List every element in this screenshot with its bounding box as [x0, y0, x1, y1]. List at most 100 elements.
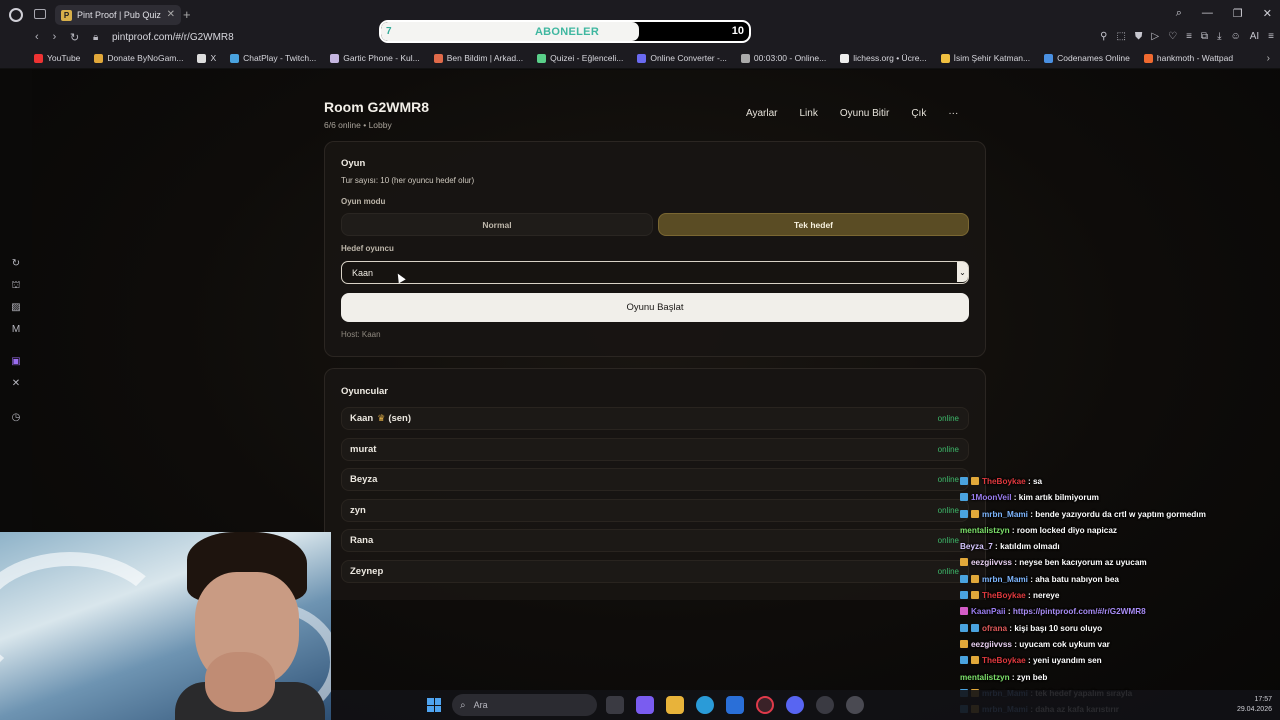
- chat-message: eezgiivvss : uyucam cok uykum var: [960, 637, 1280, 653]
- history-icon[interactable]: ↻: [10, 258, 22, 269]
- opera-logo-icon[interactable]: [9, 8, 23, 22]
- player-row[interactable]: Kaan ♛ (sen) online: [341, 407, 969, 430]
- back-icon[interactable]: ‹: [35, 31, 39, 43]
- player-row[interactable]: Zeynep online: [341, 560, 969, 583]
- chat-message: TheBoykae : nereye: [960, 588, 1280, 604]
- clock-icon[interactable]: ◷: [10, 412, 22, 423]
- chat-text: yeni uyandım sen: [1032, 656, 1102, 666]
- system-tray[interactable]: 17:57 29.04.2026: [1237, 695, 1272, 715]
- url-field[interactable]: pintproof.com/#/r/G2WMR8: [112, 32, 234, 43]
- taskbar-search[interactable]: ⌕ Ara: [452, 694, 597, 716]
- player-status: online: [937, 505, 959, 515]
- opera-icon[interactable]: [756, 696, 774, 714]
- bookmark-item[interactable]: Online Converter -...: [637, 53, 727, 63]
- chat-username: 1MoonVeil: [971, 493, 1012, 503]
- discord-icon[interactable]: [786, 696, 804, 714]
- chevron-down-icon[interactable]: ⌄: [957, 262, 968, 282]
- bookmark-item[interactable]: YouTube: [34, 53, 80, 63]
- pin-icon[interactable]: ⚲: [1100, 31, 1107, 42]
- bookmark-item[interactable]: İsim Şehir Katman...: [940, 53, 1030, 63]
- store-icon[interactable]: [726, 696, 744, 714]
- browser-tab[interactable]: P Pint Proof | Pub Quiz ✕: [55, 5, 181, 25]
- chat-text[interactable]: https://pintproof.com/#/r/G2WMR8: [1013, 607, 1146, 616]
- bookmark-item[interactable]: hankmoth - Wattpad: [1143, 53, 1233, 63]
- settings-link[interactable]: Ayarlar: [746, 108, 778, 119]
- heart-icon[interactable]: ♡: [1168, 31, 1177, 42]
- chat-separator: :: [1009, 672, 1017, 682]
- extensions-icon[interactable]: ⧉: [1201, 31, 1208, 42]
- ai-icon[interactable]: AI: [1250, 31, 1259, 42]
- twitch-icon[interactable]: ▣: [10, 356, 22, 367]
- bookmarks-more-icon[interactable]: ›: [1267, 53, 1270, 64]
- bookmark-item[interactable]: Ben Bildim | Arkad...: [433, 53, 523, 63]
- bookmark-favicon-icon: [1143, 53, 1153, 63]
- chat-separator: :: [1025, 591, 1033, 601]
- bookmark-label: YouTube: [47, 53, 81, 63]
- chat-text: nereye: [1032, 591, 1060, 601]
- chat-message: KaanPaii : https://pintproof.com/#/r/G2W…: [960, 604, 1280, 620]
- copilot-icon[interactable]: [636, 696, 654, 714]
- windows-start-icon[interactable]: [427, 698, 441, 712]
- chat-message: mentalistzyn : room locked diyo napicaz: [960, 523, 1280, 539]
- tab-list-icon[interactable]: [34, 9, 46, 19]
- download-icon[interactable]: ⤓: [1217, 31, 1221, 42]
- bookmark-item[interactable]: Donate ByNoGam...: [94, 53, 183, 63]
- lock-icon[interactable]: 🔒︎: [93, 32, 98, 43]
- search-icon[interactable]: ⌕: [1176, 7, 1182, 20]
- target-player-select[interactable]: Kaan ⌄: [341, 261, 969, 284]
- mode-single-target-button[interactable]: Tek hedef: [658, 213, 969, 236]
- exit-link[interactable]: Çık: [911, 108, 926, 119]
- mode-normal-button[interactable]: Normal: [341, 213, 653, 236]
- forward-icon[interactable]: ›: [53, 31, 57, 43]
- subscriber-badge-icon: [971, 477, 979, 485]
- reload-icon[interactable]: ↻: [70, 31, 79, 44]
- close-window-icon[interactable]: ✕: [1263, 7, 1272, 20]
- bookmark-item[interactable]: X: [197, 53, 216, 63]
- close-tab-icon[interactable]: ✕: [167, 9, 175, 20]
- bag-icon[interactable]: ⛫: [10, 280, 22, 293]
- more-icon[interactable]: ···: [948, 108, 958, 119]
- start-game-button[interactable]: Oyunu Başlat: [341, 293, 969, 322]
- player-row[interactable]: Rana online: [341, 529, 969, 553]
- profile-icon[interactable]: ☺: [1230, 31, 1240, 42]
- snapshot-icon[interactable]: ⬚: [1116, 31, 1125, 42]
- chat-text: kişi başı 10 soru oluyo: [1014, 623, 1103, 633]
- steam-icon[interactable]: [846, 696, 864, 714]
- end-game-link[interactable]: Oyunu Bitir: [840, 108, 889, 119]
- address-bar-tools: ⚲ ⬚ ⛊ ▷ ♡ ≡ ⧉ ⤓ ☺ AI ≡: [1100, 31, 1274, 42]
- chat-message: TheBoykae : yeni uyandım sen: [960, 653, 1280, 669]
- player-row[interactable]: Beyza online: [341, 468, 969, 492]
- x-icon[interactable]: ✕: [10, 378, 22, 389]
- file-explorer-icon[interactable]: [666, 696, 684, 714]
- link-link[interactable]: Link: [800, 108, 818, 119]
- bookmark-item[interactable]: lichess.org • Ücre...: [840, 53, 927, 63]
- chat-separator: :: [1005, 607, 1013, 617]
- bookmark-item[interactable]: Quizei - Eğlenceli...: [537, 53, 623, 63]
- menu-icon[interactable]: ≡: [1268, 31, 1274, 42]
- players-heading: Oyuncular: [341, 386, 388, 397]
- bookmark-item[interactable]: Gartic Phone - Kul...: [330, 53, 420, 63]
- bookmark-item[interactable]: Codenames Online: [1044, 53, 1130, 63]
- bookmark-item[interactable]: ChatPlay - Twitch...: [230, 53, 316, 63]
- player-icon[interactable]: ≡: [1186, 31, 1192, 42]
- player-row[interactable]: murat online: [341, 437, 969, 461]
- chat-message: TheBoykae : sa: [960, 474, 1280, 490]
- task-view-icon[interactable]: [606, 696, 624, 714]
- messenger-icon[interactable]: M: [10, 324, 22, 335]
- minimize-icon[interactable]: —: [1202, 7, 1213, 20]
- shield-icon[interactable]: ⛊: [1135, 31, 1143, 42]
- new-tab-icon[interactable]: +: [183, 7, 191, 22]
- bookmark-item[interactable]: 00:03:00 - Online...: [740, 53, 826, 63]
- obs-icon[interactable]: [816, 696, 834, 714]
- chat-text: zyn beb: [1016, 672, 1048, 682]
- bookmark-label: lichess.org • Ücre...: [853, 53, 927, 63]
- chat-text: bende yazıyordu da crtl w yaptım gormedı…: [1035, 509, 1206, 519]
- play-icon[interactable]: ▷: [1151, 31, 1159, 42]
- subscriber-badge-icon: [971, 509, 979, 518]
- edge-icon[interactable]: [696, 696, 714, 714]
- notes-icon[interactable]: ▨: [10, 302, 22, 313]
- maximize-icon[interactable]: ❐: [1233, 7, 1243, 20]
- chat-username: eezgiivvss: [971, 639, 1012, 649]
- bookmark-label: Gartic Phone - Kul...: [343, 53, 420, 63]
- player-row[interactable]: zyn online: [341, 498, 969, 522]
